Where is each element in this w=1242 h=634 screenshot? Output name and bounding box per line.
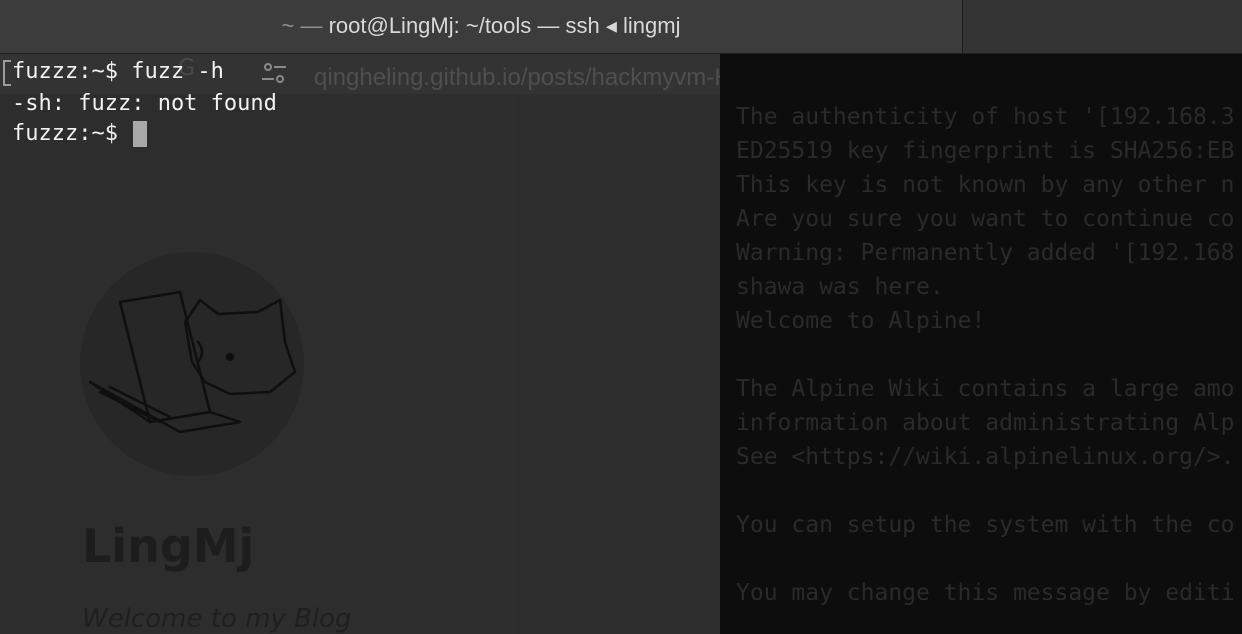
blog-tagline: Welcome to my Blog — [82, 604, 352, 634]
remote-terminal-line: Welcome to Alpine! — [736, 308, 986, 334]
text-cursor — [133, 121, 148, 147]
remote-terminal-line: Are you sure you want to continue co — [736, 206, 1235, 232]
background-terminal: The authenticity of host '[192.168.3 ED25… — [720, 54, 1242, 634]
selection-mark-icon — [3, 60, 11, 86]
title-text: root@LingMj: ~/tools — ssh ◂ lingmj — [328, 13, 681, 38]
remote-terminal-line: Warning: Permanently added '[192.168 — [736, 240, 1235, 266]
terminal-prompt: fuzzz:~$ — [12, 121, 132, 146]
avatar — [80, 252, 304, 476]
terminal-titlebar: ~ — root@LingMj: ~/tools — ssh ◂ lingmj — [0, 0, 963, 54]
remote-terminal-line: See <https://wiki.alpinelinux.org/>. — [736, 444, 1235, 470]
terminal-line-error: -sh: fuzz: not found — [12, 91, 277, 116]
remote-terminal-line: shawa was here. — [736, 274, 944, 300]
site-settings-icon — [262, 63, 286, 83]
terminal-line-command: fuzzz:~$ fuzz -h — [12, 59, 224, 84]
blog-sidebar: LingMj Welcome to my Blog — [0, 94, 519, 634]
blog-content-area — [519, 94, 720, 634]
blog-name: LingMj — [82, 519, 255, 573]
background-window-edge — [963, 0, 1242, 54]
remote-terminal-line: You can setup the system with the co — [736, 512, 1235, 538]
remote-terminal-line: You may change this message by editi — [736, 580, 1235, 606]
remote-terminal-line: information about administrating Alp — [736, 410, 1235, 436]
remote-terminal-line: The Alpine Wiki contains a large amo — [736, 376, 1235, 402]
title-prefix: ~ — — [281, 13, 329, 38]
remote-terminal-line: The authenticity of host '[192.168.3 — [736, 104, 1235, 130]
terminal-prompt-line[interactable]: fuzzz:~$ — [12, 120, 148, 148]
cat-laptop-illustration — [88, 290, 297, 434]
remote-terminal-line: This key is not known by any other n — [736, 172, 1235, 198]
window-title: ~ — root@LingMj: ~/tools — ssh ◂ lingmj — [0, 13, 962, 39]
remote-terminal-line: ED25519 key fingerprint is SHA256:EB — [736, 138, 1235, 164]
